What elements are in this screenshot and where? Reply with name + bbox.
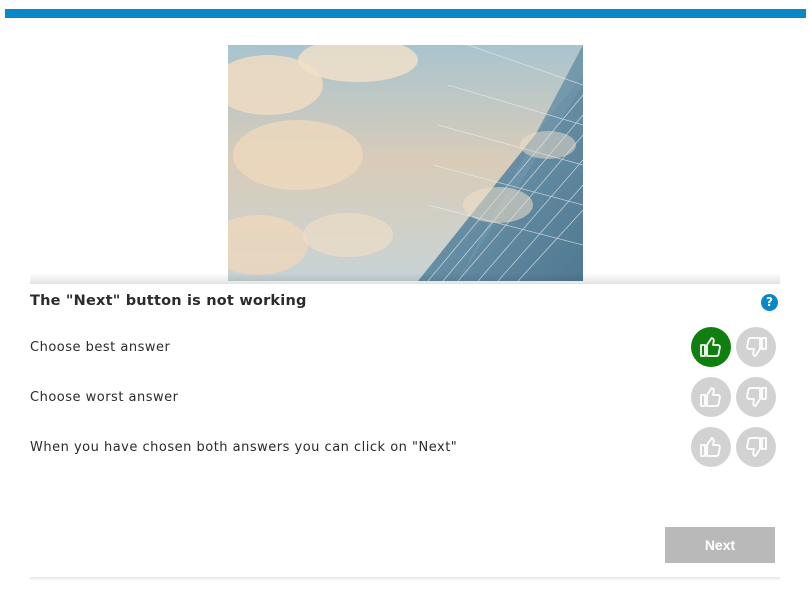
help-icon[interactable]: ?	[761, 294, 778, 311]
bottom-divider	[30, 577, 780, 581]
thumbs-down-icon	[746, 437, 767, 457]
thumbs-down-icon	[746, 337, 767, 357]
hero-image-skyscraper	[228, 45, 583, 281]
thumbs-up-icon	[700, 337, 721, 357]
best-thumbs-up-button[interactable]	[691, 327, 731, 367]
worst-thumbs-down-button[interactable]	[736, 377, 776, 417]
image-divider	[30, 273, 780, 284]
row-label-worst: Choose worst answer	[30, 390, 179, 405]
thumbs-down-icon	[746, 387, 767, 407]
top-accent-bar	[5, 9, 806, 18]
thumbs-up-icon	[700, 437, 721, 457]
worst-thumbs-up-button[interactable]	[691, 377, 731, 417]
row-label-instruction: When you have chosen both answers you ca…	[30, 440, 458, 455]
instruction-thumbs-down-button[interactable]	[736, 427, 776, 467]
instruction-thumbs-up-button[interactable]	[691, 427, 731, 467]
row-label-best: Choose best answer	[30, 340, 171, 355]
next-button[interactable]: Next	[665, 527, 775, 563]
thumbs-up-icon	[700, 387, 721, 407]
best-thumbs-down-button[interactable]	[736, 327, 776, 367]
question-title: The "Next" button is not working	[30, 293, 307, 309]
